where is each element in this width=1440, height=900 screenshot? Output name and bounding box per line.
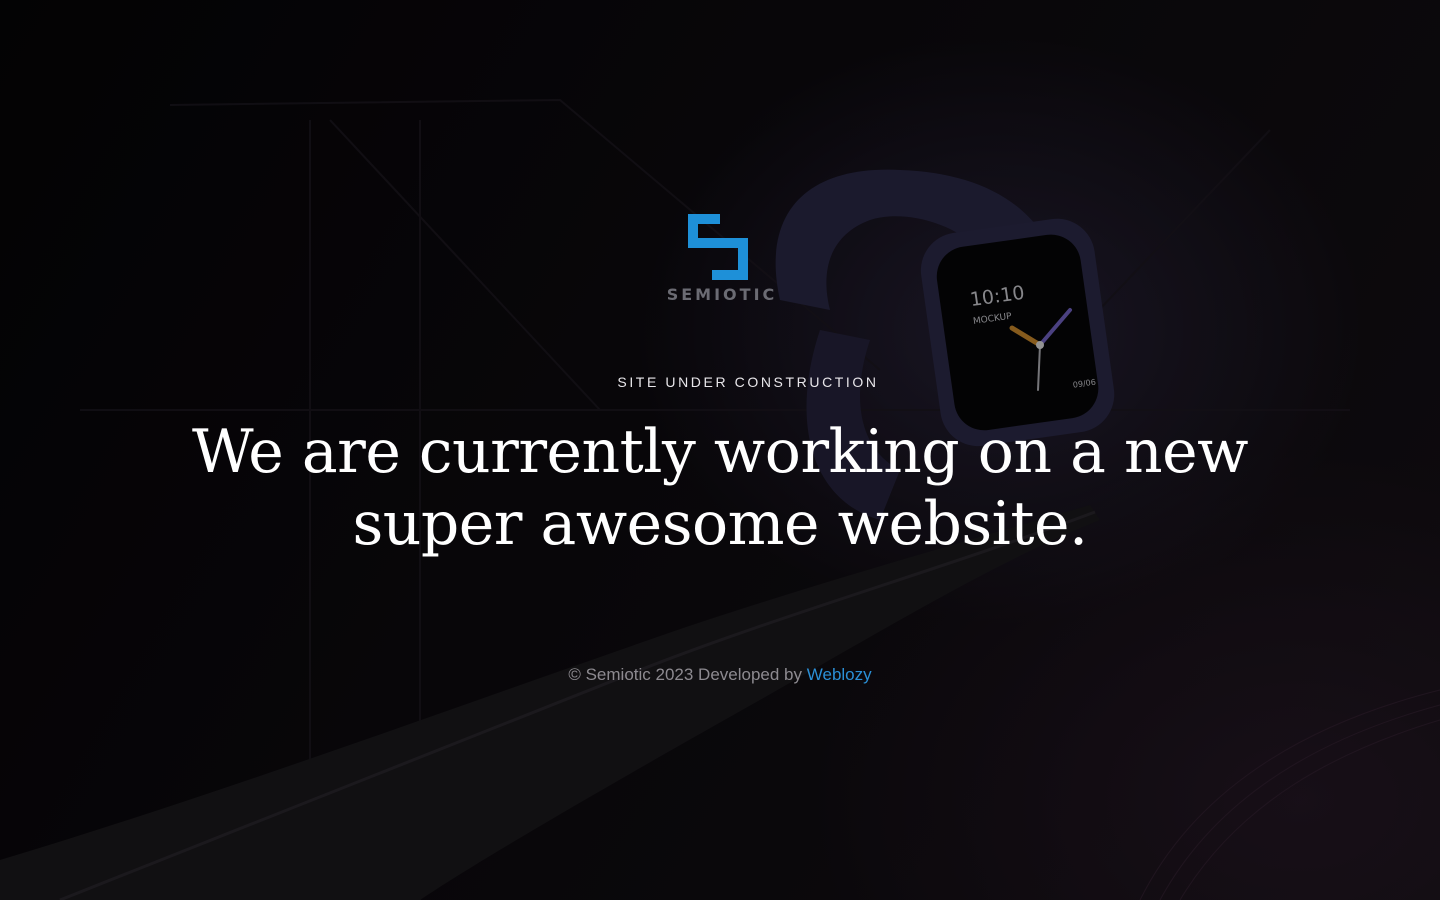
page-headline: We are currently working on a new super … [192,417,1248,559]
construction-panel: SEMIOTIC SITE UNDER CONSTRUCTION We are … [0,0,1440,900]
footer-copyright: © Semiotic 2023 Developed by [568,665,803,684]
brand-wordmark: SEMIOTIC [666,285,778,304]
footer: © Semiotic 2023 Developed by Weblozy [0,665,1440,685]
semiotic-s-logo-icon [688,214,748,280]
brand-logo: SEMIOTIC [660,205,784,310]
page-background: 10:10 MOCKUP 09/06 SEMIOTIC SITE UNDER C… [0,0,1440,900]
developer-link[interactable]: Weblozy [807,665,872,684]
status-eyebrow: SITE UNDER CONSTRUCTION [617,374,879,390]
